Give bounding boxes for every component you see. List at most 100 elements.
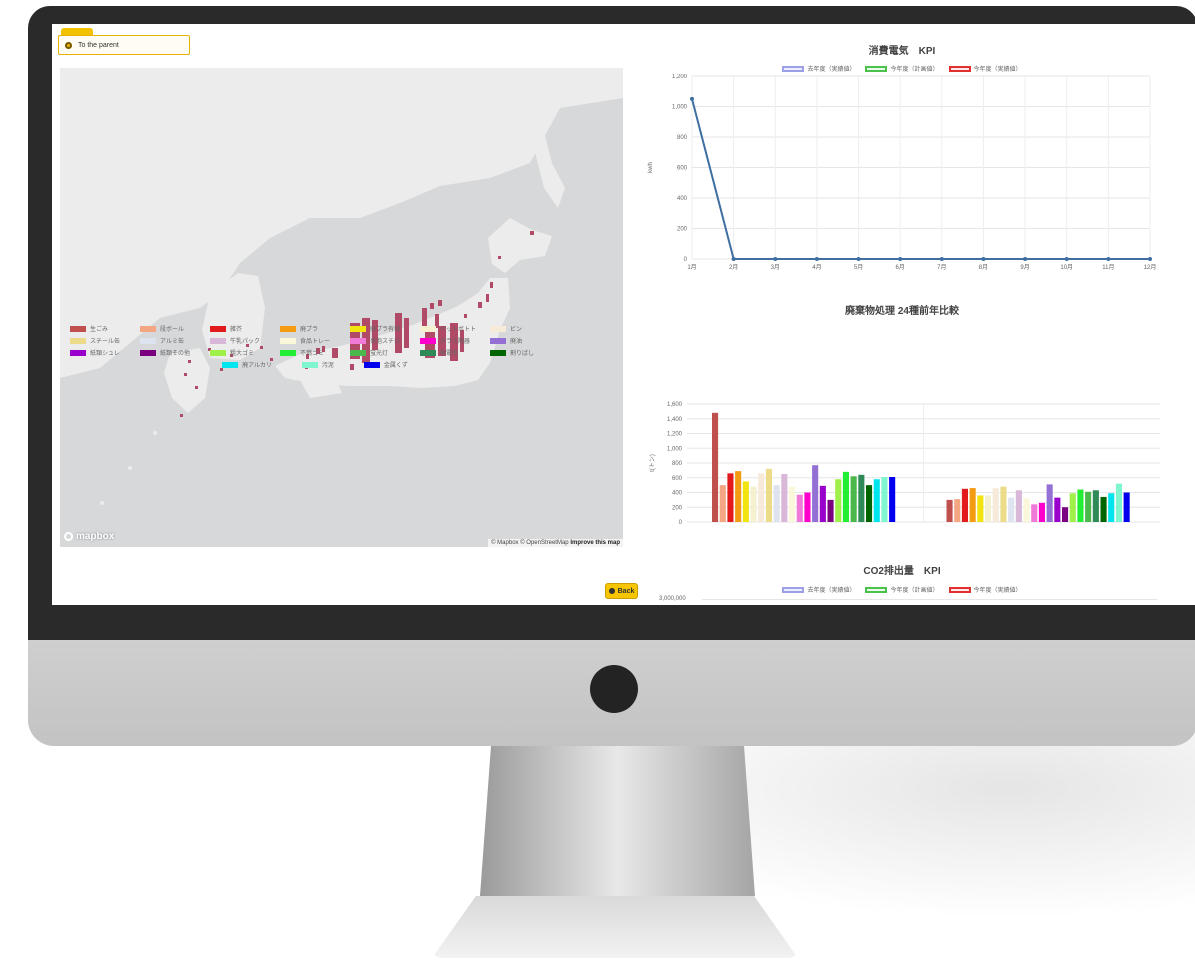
legend-label: 去年度（実績値） xyxy=(807,588,856,594)
legend-swatch xyxy=(420,337,436,344)
waste-bar xyxy=(827,499,834,522)
legend-item[interactable]: 廃油 xyxy=(490,336,560,345)
legend-item[interactable]: 金属くず xyxy=(363,360,408,369)
data-point xyxy=(731,257,736,261)
legend-item[interactable]: 紙類シュレ xyxy=(70,348,140,357)
mapbox-logo-text: mapbox xyxy=(76,531,115,542)
legend-label: 段ボール xyxy=(160,327,185,333)
waste-bar xyxy=(812,465,819,522)
monitor-logo-dot xyxy=(590,665,638,713)
legend-item[interactable]: ガラス陶器 xyxy=(420,336,490,345)
legend-item[interactable]: 汚泥 xyxy=(301,360,334,369)
waste-bar xyxy=(1108,493,1115,522)
improve-map-link[interactable]: Improve this map xyxy=(570,540,620,546)
legend-item[interactable]: 去年度（実績値） xyxy=(782,585,855,594)
back-icon xyxy=(608,588,615,594)
waste-bar xyxy=(781,474,788,522)
legend-swatch xyxy=(70,349,86,356)
waste-bar xyxy=(977,495,984,522)
legend-item[interactable]: 雑芥 xyxy=(210,324,280,333)
waste-bar xyxy=(1046,484,1053,522)
legend-item[interactable]: 廃電池 xyxy=(420,348,490,357)
legend-swatch xyxy=(280,325,296,332)
legend-item[interactable]: ペットボトト xyxy=(420,324,490,333)
x-tick-label: 9月 xyxy=(1020,264,1029,271)
y-tick-label: 600 xyxy=(677,166,688,172)
back-button[interactable]: Back xyxy=(605,583,638,599)
waste-bar xyxy=(992,488,999,522)
legend-item[interactable]: 廃プラ有価 xyxy=(350,324,420,333)
legend-label: 廃プラ有価 xyxy=(370,327,401,333)
data-point xyxy=(939,257,944,261)
legend-item[interactable]: 生ごみ xyxy=(70,324,140,333)
co2-kpi-chart: CO2排出量 KPI 去年度（実績値） 今年度（計画値） 今年度（実績値） 3,… xyxy=(642,554,1162,605)
x-tick-label: 12月 xyxy=(1144,264,1157,271)
waste-bar xyxy=(804,492,811,522)
legend-item[interactable]: 紙類その他 xyxy=(140,348,210,357)
legend-label: 今年度（実績値） xyxy=(973,67,1022,73)
legend-label: ガラス陶器 xyxy=(440,339,470,345)
co2-chart-title: CO2排出量 KPI xyxy=(863,566,941,577)
legend-item[interactable]: 粗大ゴミ xyxy=(210,348,280,357)
x-tick-label: 4月 xyxy=(812,264,821,271)
co2-y-tick: 3,000,000 xyxy=(659,596,686,602)
legend-label: 紙類その他 xyxy=(160,351,191,357)
data-point xyxy=(898,257,903,261)
legend-swatch xyxy=(490,349,506,356)
legend-item[interactable]: 今年度（実績値） xyxy=(948,585,1022,594)
legend-swatch xyxy=(350,349,366,356)
waste-bar xyxy=(1000,486,1007,522)
legend-swatch xyxy=(210,337,226,344)
legend-label: 廃油 xyxy=(510,339,523,345)
legend-swatch xyxy=(948,65,971,72)
waste-bar xyxy=(1031,504,1038,522)
legend-label: 金属くず xyxy=(383,363,408,369)
mapbox-logo[interactable]: mapbox xyxy=(64,531,114,542)
legend-swatch xyxy=(865,65,888,72)
waste-bar xyxy=(712,412,719,522)
legend-item[interactable]: 今年度（計画値） xyxy=(865,585,939,594)
legend-item[interactable]: 食品トレー xyxy=(280,336,350,345)
waste-bar xyxy=(1023,498,1030,522)
waste-bar xyxy=(1038,502,1045,522)
attribution-text: © Mapbox © OpenStreetMap xyxy=(491,540,569,546)
legend-item[interactable]: 廃プラ xyxy=(280,324,350,333)
legend-swatch xyxy=(363,361,380,368)
japan-map[interactable]: mapbox © Mapbox © OpenStreetMap Improve … xyxy=(60,68,623,547)
legend-item[interactable]: 今年度（計画値） xyxy=(865,64,939,73)
map-canvas xyxy=(60,68,623,547)
waste-bar xyxy=(750,486,757,522)
legend-item[interactable]: 割りばし xyxy=(490,348,560,357)
waste-bar xyxy=(789,486,796,522)
data-point xyxy=(773,257,778,261)
to-parent-button[interactable]: To the parent xyxy=(58,35,190,55)
legend-item[interactable]: 去年度（実績値） xyxy=(782,64,855,73)
legend-item[interactable]: 今年度（実績値） xyxy=(948,64,1022,73)
series-line xyxy=(691,98,1150,260)
legend-label: 紙類シュレ xyxy=(90,351,120,357)
waste-bar xyxy=(1069,493,1076,522)
waste-bar xyxy=(985,495,992,522)
legend-label: 割りばし xyxy=(510,351,535,357)
waste-bar xyxy=(727,473,734,522)
legend-item[interactable]: 牛乳パック xyxy=(210,336,280,345)
y-tick-label: 1,000 xyxy=(667,446,683,452)
legend-item[interactable]: スチール缶 xyxy=(70,336,140,345)
legend-label: 蛍光灯 xyxy=(370,351,389,357)
parent-icon xyxy=(65,41,72,49)
legend-item[interactable]: 蛍光灯 xyxy=(350,348,420,357)
legend-label: 汚泥 xyxy=(321,363,334,369)
electricity-legend: 去年度（実績値） 今年度（計画値） 今年度（実績値） xyxy=(642,64,1162,73)
legend-label: 雑芥 xyxy=(230,327,243,333)
legend-item[interactable]: ビン xyxy=(490,324,560,333)
waste-bar xyxy=(796,494,803,522)
legend-item[interactable]: 段ボール xyxy=(140,324,210,333)
legend-swatch xyxy=(782,586,805,593)
electricity-chart-svg: 0 200 400 600 800 1,000 1,200 1月 2月 3月 4月 5月 6月 7月 8月 9… xyxy=(648,74,1157,271)
legend-item[interactable]: 廃アルカリ xyxy=(222,360,272,369)
legend-swatch xyxy=(490,325,506,332)
legend-item[interactable]: 不燃ゴミ xyxy=(280,348,350,357)
legend-item[interactable]: アルミ缶 xyxy=(140,336,210,345)
legend-item[interactable]: 発泡スチロ xyxy=(350,336,420,345)
waste-bar xyxy=(858,474,865,522)
